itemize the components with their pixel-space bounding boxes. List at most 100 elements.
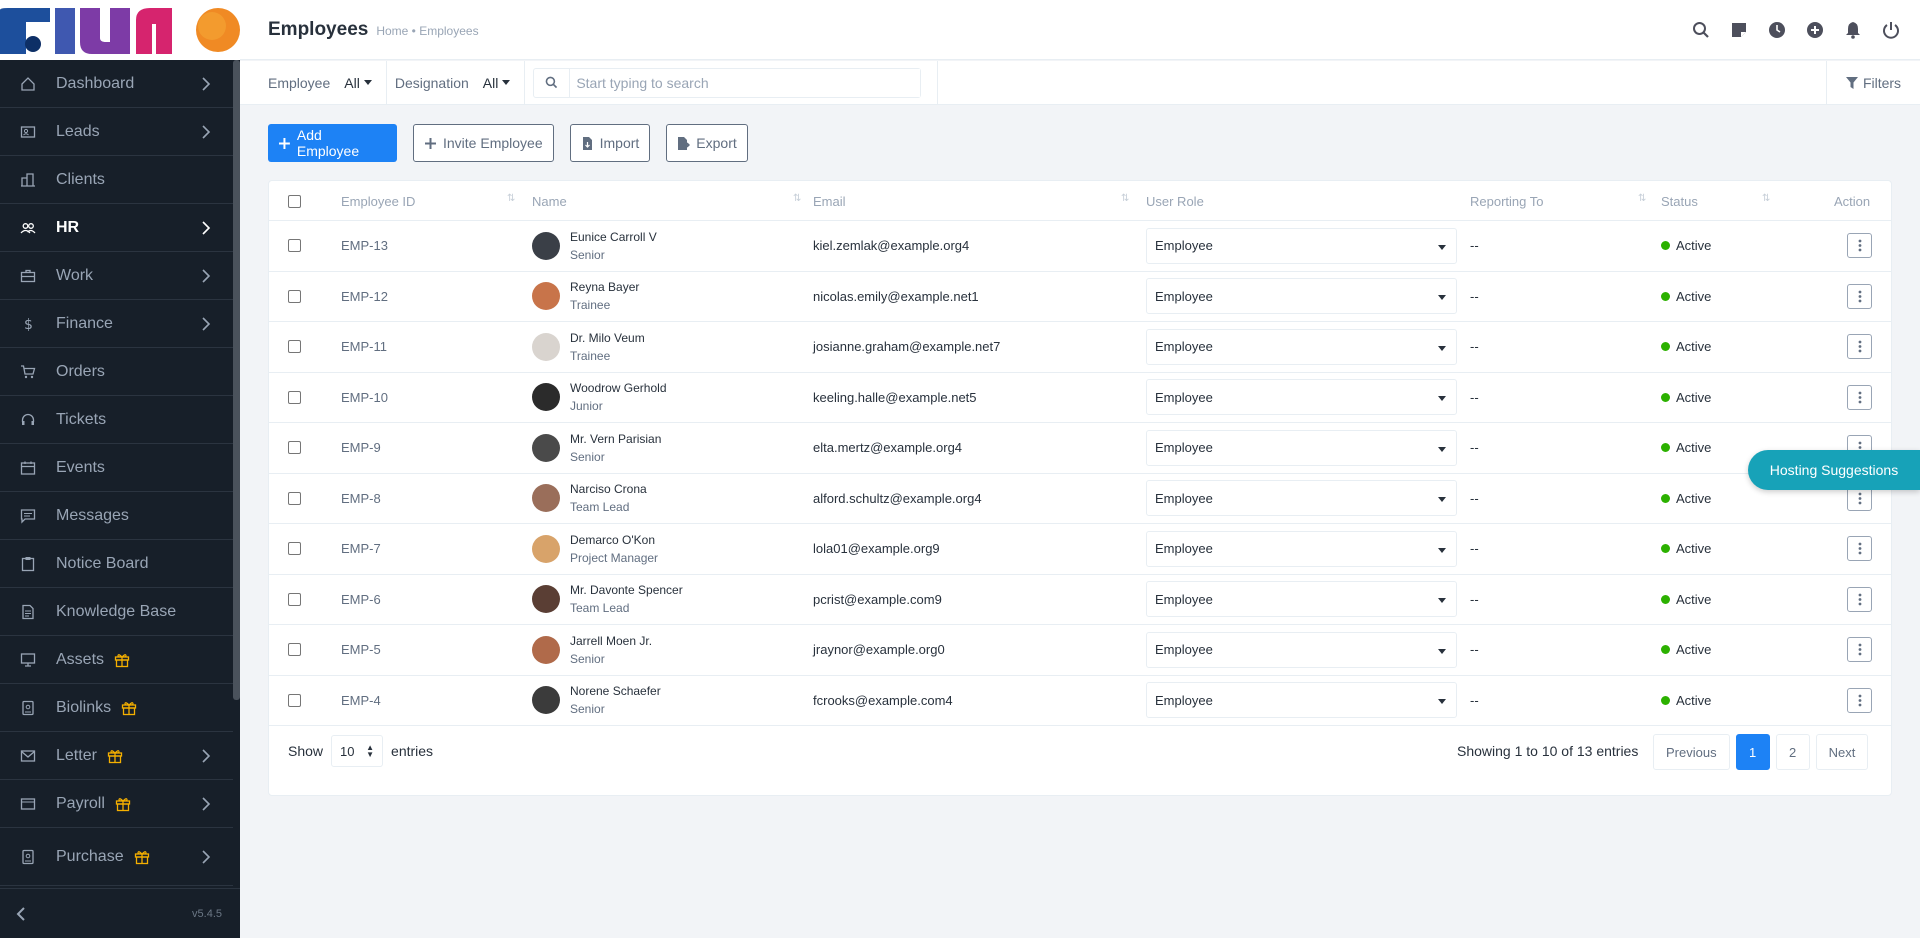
sidebar-scrollbar[interactable] (233, 60, 240, 700)
row-checkbox[interactable] (288, 390, 301, 404)
row-actions-button[interactable] (1847, 637, 1872, 663)
row-actions-button[interactable] (1847, 334, 1872, 360)
avatar[interactable] (532, 585, 560, 614)
sort-icon[interactable]: ⇅ (793, 193, 801, 204)
employee-name[interactable]: Reyna Bayer (570, 278, 639, 296)
bell-icon[interactable] (1844, 21, 1862, 39)
page-1-button[interactable]: 1 (1735, 734, 1770, 770)
next-page-button[interactable]: Next (1815, 734, 1869, 770)
sidebar-item-messages[interactable]: Messages (0, 492, 233, 540)
employee-name[interactable]: Narciso Crona (570, 480, 647, 498)
user-role-select[interactable]: Employee (1146, 480, 1457, 517)
avatar[interactable] (532, 433, 560, 462)
sidebar-item-notice-board[interactable]: Notice Board (0, 540, 233, 588)
row-checkbox[interactable] (288, 693, 301, 707)
sidebar-item-biolinks[interactable]: Biolinks (0, 684, 233, 732)
page-2-button[interactable]: 2 (1775, 734, 1810, 770)
sidebar-item-orders[interactable]: Orders (0, 348, 233, 396)
row-checkbox[interactable] (288, 289, 301, 303)
page-size-select[interactable]: 10 ▲ ▼ (331, 735, 384, 767)
avatar[interactable] (532, 635, 560, 664)
row-checkbox[interactable] (288, 491, 301, 505)
collapse-sidebar-icon[interactable] (16, 906, 26, 921)
row-actions-button[interactable] (1847, 536, 1872, 562)
user-role-select[interactable]: Employee (1146, 581, 1457, 618)
import-button[interactable]: Import (569, 124, 651, 162)
sidebar-item-tickets[interactable]: Tickets (0, 396, 233, 444)
user-role-select[interactable]: Employee (1146, 328, 1457, 365)
hosting-suggestions-button[interactable]: Hosting Suggestions (1748, 450, 1920, 490)
avatar[interactable] (532, 484, 560, 513)
column-header-email[interactable]: Email (813, 181, 846, 221)
employee-filter-select[interactable]: All (344, 75, 372, 91)
sidebar-item-purchase[interactable]: Purchase (0, 828, 233, 886)
user-role-select[interactable]: Employee (1146, 631, 1457, 668)
sticky-note-icon[interactable] (1730, 21, 1748, 39)
export-button[interactable]: Export (666, 124, 748, 162)
row-checkbox[interactable] (288, 643, 301, 657)
sidebar-item-dashboard[interactable]: Dashboard (0, 60, 233, 108)
sidebar-item-assets[interactable]: Assets (0, 636, 233, 684)
filters-button[interactable]: Filters (1826, 61, 1920, 105)
employee-name[interactable]: Jarrell Moen Jr. (570, 632, 652, 650)
column-header-reporting-to[interactable]: Reporting To (1470, 181, 1543, 221)
sidebar-item-events[interactable]: Events (0, 444, 233, 492)
brand-logo[interactable] (0, 0, 240, 60)
sidebar-item-clients[interactable]: Clients (0, 156, 233, 204)
employee-filter[interactable]: Employee All (240, 60, 387, 105)
employee-name[interactable]: Norene Schaefer (570, 682, 661, 700)
add-circle-icon[interactable] (1806, 21, 1824, 39)
column-header-name[interactable]: Name (532, 181, 567, 221)
sort-icon[interactable]: ⇅ (1762, 193, 1770, 204)
sidebar-item-leads[interactable]: Leads (0, 108, 233, 156)
row-actions-button[interactable] (1847, 687, 1872, 713)
select-all-checkbox[interactable] (288, 194, 301, 208)
avatar[interactable] (532, 332, 560, 361)
row-checkbox[interactable] (288, 239, 301, 253)
row-checkbox[interactable] (288, 340, 301, 354)
sort-icon[interactable]: ⇅ (507, 193, 515, 204)
add-employee-button[interactable]: Add Employee (268, 124, 397, 162)
row-checkbox[interactable] (288, 592, 301, 606)
invite-employee-button[interactable]: Invite Employee (413, 124, 554, 162)
avatar[interactable] (532, 534, 560, 563)
avatar[interactable] (532, 231, 560, 260)
employee-name[interactable]: Woodrow Gerhold (570, 379, 667, 397)
employee-name[interactable]: Dr. Milo Veum (570, 329, 645, 347)
user-role-select[interactable]: Employee (1146, 227, 1457, 264)
employee-name[interactable]: Eunice Carroll V (570, 228, 657, 246)
sort-icon[interactable]: ⇅ (1121, 193, 1129, 204)
search-input[interactable] (570, 68, 921, 97)
row-checkbox[interactable] (288, 441, 301, 455)
row-actions-button[interactable] (1847, 586, 1872, 612)
sidebar-item-work[interactable]: Work (0, 252, 233, 300)
user-role-select[interactable]: Employee (1146, 682, 1457, 719)
designation-filter-select[interactable]: All (483, 75, 511, 91)
employee-name[interactable]: Mr. Davonte Spencer (570, 581, 683, 599)
employee-name[interactable]: Demarco O'Kon (570, 531, 658, 549)
previous-page-button[interactable]: Previous (1653, 734, 1730, 770)
employee-name[interactable]: Mr. Vern Parisian (570, 430, 661, 448)
column-header-employee-id[interactable]: Employee ID (341, 181, 415, 221)
sidebar-item-letter[interactable]: Letter (0, 732, 233, 780)
row-checkbox[interactable] (288, 542, 301, 556)
power-icon[interactable] (1882, 21, 1900, 39)
sidebar-item-finance[interactable]: $ Finance (0, 300, 233, 348)
avatar[interactable] (532, 282, 560, 311)
sidebar-item-hr[interactable]: HR (0, 204, 233, 252)
breadcrumb[interactable]: Home • Employees (376, 24, 478, 38)
user-role-select[interactable]: Employee (1146, 429, 1457, 466)
avatar[interactable] (532, 383, 560, 412)
sort-icon[interactable]: ⇅ (1638, 193, 1646, 204)
row-actions-button[interactable] (1847, 283, 1872, 309)
clock-icon[interactable] (1768, 21, 1786, 39)
search-box[interactable] (533, 67, 922, 98)
user-role-select[interactable]: Employee (1146, 278, 1457, 315)
row-actions-button[interactable] (1847, 233, 1872, 259)
sidebar-item-knowledge-base[interactable]: Knowledge Base (0, 588, 233, 636)
designation-filter[interactable]: Designation All (387, 60, 526, 105)
search-icon[interactable] (1692, 21, 1710, 39)
row-actions-button[interactable] (1847, 384, 1872, 410)
user-role-select[interactable]: Employee (1146, 530, 1457, 567)
column-header-status[interactable]: Status (1661, 181, 1698, 221)
